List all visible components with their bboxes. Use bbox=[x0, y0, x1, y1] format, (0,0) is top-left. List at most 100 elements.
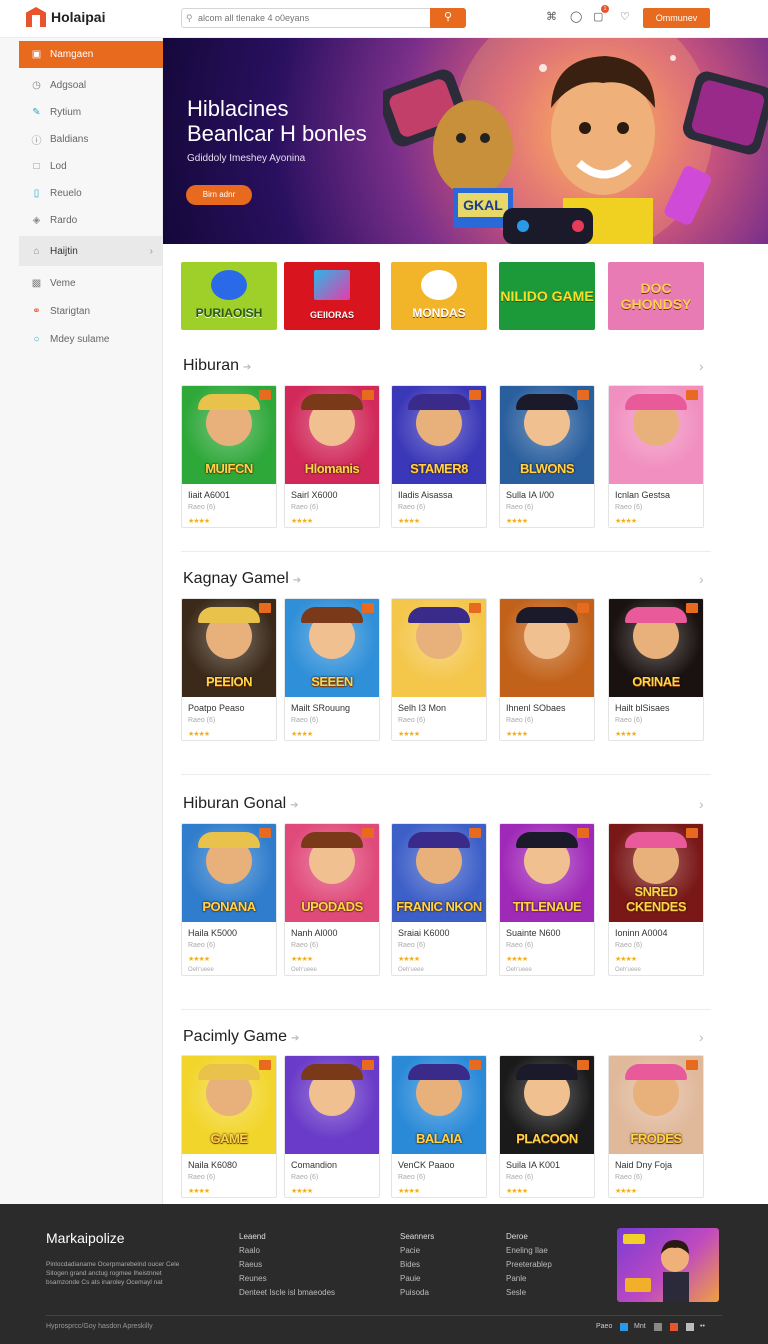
game-thumbnail: PLACOON bbox=[500, 1056, 594, 1154]
section-title[interactable]: Pacimly Game ➔ bbox=[183, 1028, 299, 1046]
sidebar-item-adgsoal[interactable]: ◷ Adgsoal bbox=[19, 72, 163, 99]
footer-link[interactable]: Bides bbox=[400, 1260, 434, 1274]
sidebar-item-label: Mdey sulame bbox=[50, 334, 110, 345]
footer-link[interactable]: Raeus bbox=[239, 1260, 335, 1274]
search-button[interactable]: ⚲ bbox=[430, 8, 466, 28]
character-hat bbox=[301, 394, 363, 410]
game-card[interactable]: BLWONS Sulla IA I/00 Raeo (6) ★★★★ bbox=[499, 385, 595, 528]
game-title-art: SNRED CKENDES bbox=[625, 884, 687, 914]
game-thumbnail bbox=[609, 386, 703, 484]
character-hat bbox=[408, 1064, 470, 1080]
game-title-art: GAME bbox=[210, 1131, 249, 1146]
footer-link[interactable]: Pacie bbox=[400, 1246, 434, 1260]
category-tile[interactable]: MONDAS bbox=[391, 262, 487, 330]
user-icon[interactable]: ♡ bbox=[620, 10, 630, 23]
game-card[interactable]: FRANIC NKON Sraiai K6000 Raeo (6) ★★★★ Oeh'u… bbox=[391, 823, 487, 976]
footer-heading: Seanners bbox=[400, 1232, 435, 1241]
footer-link[interactable]: Eneling Ilae bbox=[506, 1246, 552, 1260]
game-card[interactable]: PONANA Haila K5000 Raeo (6) ★★★★ Oeh'ueee bbox=[181, 823, 277, 976]
game-card[interactable]: SNRED CKENDES Ioninn A0004 Raeo (6) ★★★★ Oeh… bbox=[608, 823, 704, 976]
category-tile[interactable]: PURIAOISH bbox=[181, 262, 277, 330]
game-card[interactable]: GAME Naila K6080 Raeo (6) ★★★★ bbox=[181, 1055, 277, 1198]
footer-link[interactable]: Sesle bbox=[506, 1288, 552, 1302]
footer-link[interactable]: Reunes bbox=[239, 1274, 335, 1288]
footer-link[interactable]: Panle bbox=[506, 1274, 552, 1288]
footer-link[interactable]: Raalo bbox=[239, 1246, 335, 1260]
footer-promo-image[interactable] bbox=[617, 1228, 719, 1302]
see-more-chevron-icon[interactable]: › bbox=[699, 571, 704, 587]
footer-link[interactable]: Preeterablep bbox=[506, 1260, 552, 1274]
star-rating: ★★★★ bbox=[398, 518, 420, 525]
sidebar-item-starigtan[interactable]: ⚭ Starigtan bbox=[19, 298, 163, 325]
sidebar-item-lod[interactable]: □ Lod bbox=[19, 153, 163, 180]
search-input[interactable] bbox=[198, 11, 428, 25]
game-card[interactable]: STAMER8 Iladis Aisassa Raeo (6) ★★★★ bbox=[391, 385, 487, 528]
sidebar-item-veme[interactable]: ▩ Veme bbox=[19, 270, 163, 297]
hero-cta-button[interactable]: Birn adnr bbox=[186, 185, 252, 205]
character-hat bbox=[625, 1064, 687, 1080]
game-extra-info: Oeh'ueee bbox=[506, 967, 532, 973]
game-card[interactable]: BALAIA VenCK Paaoo Raeo (6) ★★★★ bbox=[391, 1055, 487, 1198]
section-title[interactable]: Hiburan Gonal ➔ bbox=[183, 795, 299, 813]
game-rating-count: Raeo (6) bbox=[291, 942, 319, 949]
grid-icon[interactable]: ⌘ bbox=[546, 10, 557, 23]
game-card[interactable]: MUIFCN Iiait A6001 Raeo (6) ★★★★ bbox=[181, 385, 277, 528]
section-title[interactable]: Kagnay Gamel ➔ bbox=[183, 570, 301, 588]
hero-banner[interactable]: GKAL Hiblacines Beanlcar H bonles Gdiddo… bbox=[163, 38, 768, 244]
star-rating: ★★★★ bbox=[506, 956, 528, 963]
game-thumbnail: FRODES bbox=[609, 1056, 703, 1154]
character-hat bbox=[198, 607, 260, 623]
section-divider bbox=[181, 1009, 711, 1010]
game-card[interactable]: Hlomanis Sairl X6000 Raeo (6) ★★★★ bbox=[284, 385, 380, 528]
account-button[interactable]: Ommunev bbox=[643, 8, 710, 28]
chat-icon: ▯ bbox=[33, 188, 40, 199]
star-rating: ★★★★ bbox=[615, 731, 637, 738]
home-icon: ⌂ bbox=[33, 245, 40, 257]
badge-icon bbox=[259, 828, 271, 838]
logo[interactable]: Holaipai bbox=[26, 7, 105, 27]
payment-label: Mnt bbox=[634, 1323, 646, 1330]
game-card[interactable]: TITLENAUE Suainte N600 Raeo (6) ★★★★ Oeh'uee… bbox=[499, 823, 595, 976]
game-card[interactable]: Ihnenl SObaes Raeo (6) ★★★★ bbox=[499, 598, 595, 741]
game-card[interactable]: Selh I3 Mon Raeo (6) ★★★★ bbox=[391, 598, 487, 741]
category-tile[interactable]: GEIIORAS bbox=[284, 262, 380, 330]
game-card[interactable]: Comandion Raeo (6) ★★★★ bbox=[284, 1055, 380, 1198]
game-name: Sulla IA I/00 bbox=[506, 490, 555, 500]
character-hat bbox=[301, 1064, 363, 1080]
game-card[interactable]: PEEION Poatpo Peaso Raeo (6) ★★★★ bbox=[181, 598, 277, 741]
sidebar-item-rardo[interactable]: ◈ Rardo bbox=[19, 207, 163, 234]
sidebar-item-rytium[interactable]: ✎ Rytium bbox=[19, 99, 163, 126]
game-card[interactable]: Icnlan Gestsa Raeo (6) ★★★★ bbox=[608, 385, 704, 528]
logo-text: Holaipai bbox=[51, 9, 106, 25]
sidebar-item-namgaen[interactable]: ▣ Namgaen bbox=[19, 41, 163, 68]
sidebar-item-mdey-sulame[interactable]: ○ Mdey sulame bbox=[19, 326, 163, 353]
star-rating: ★★★★ bbox=[291, 731, 313, 738]
game-card[interactable]: FRODES Naid Dny Foja Raeo (6) ★★★★ bbox=[608, 1055, 704, 1198]
info-icon: ⓘ bbox=[31, 136, 42, 147]
footer-link[interactable]: Pauie bbox=[400, 1274, 434, 1288]
category-tile[interactable]: NILIDO GAME bbox=[499, 262, 595, 330]
game-title-art: UPODADS bbox=[301, 899, 363, 914]
footer-link[interactable]: Puisoda bbox=[400, 1288, 434, 1302]
link-icon: ⚭ bbox=[32, 306, 41, 317]
game-name: Naila K6080 bbox=[188, 1160, 238, 1170]
game-card[interactable]: ORINAE Hailt blSisaes Raeo (6) ★★★★ bbox=[608, 598, 704, 741]
see-more-chevron-icon[interactable]: › bbox=[699, 796, 704, 812]
sidebar-item-haijtin[interactable]: ⌂ Haijtin › bbox=[19, 236, 163, 266]
game-card[interactable]: SEEEN Mailt SRouung Raeo (6) ★★★★ bbox=[284, 598, 380, 741]
promo-illustration bbox=[623, 1234, 689, 1302]
see-more-chevron-icon[interactable]: › bbox=[699, 1029, 704, 1045]
sidebar-item-baldians[interactable]: ⓘ Baldians bbox=[19, 126, 163, 153]
game-card[interactable]: PLACOON Suila IA K001 Raeo (6) ★★★★ bbox=[499, 1055, 595, 1198]
game-card[interactable]: UPODADS Nanh Al000 Raeo (6) ★★★★ Oeh'ueee bbox=[284, 823, 380, 976]
sidebar-item-reuelo[interactable]: ▯ Reuelo bbox=[19, 180, 163, 207]
payment-icon bbox=[620, 1323, 628, 1331]
see-more-chevron-icon[interactable]: › bbox=[699, 358, 704, 374]
game-thumbnail: ORINAE bbox=[609, 599, 703, 697]
shield-icon[interactable]: ◯ bbox=[570, 10, 582, 23]
category-tile[interactable]: DOC GHONDSY bbox=[608, 262, 704, 330]
section-title[interactable]: Hiburan ➔ bbox=[183, 357, 251, 375]
star-rating: ★★★★ bbox=[506, 1188, 528, 1195]
footer-link[interactable]: Denteet Iscle isl bmaeodes bbox=[239, 1288, 335, 1302]
badge-icon bbox=[686, 828, 698, 838]
